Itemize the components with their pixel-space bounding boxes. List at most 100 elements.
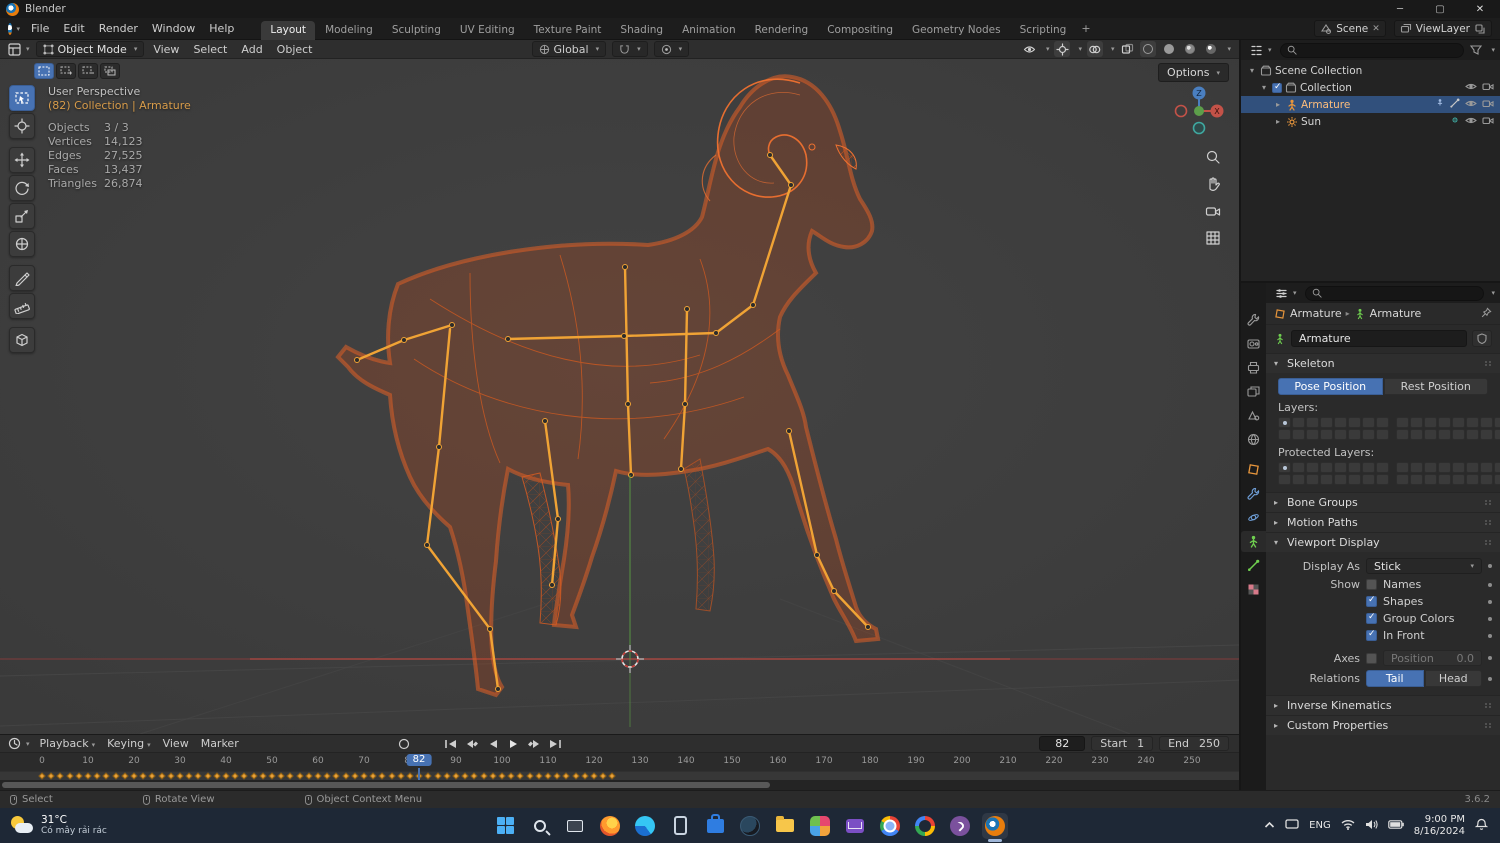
- play-button[interactable]: [505, 736, 523, 751]
- armature-eye-icon[interactable]: [1465, 98, 1477, 111]
- timeline-menu-playback[interactable]: Playback ▾: [34, 735, 102, 752]
- workspace-tab[interactable]: Shading: [611, 21, 672, 40]
- proportional-editing-dropdown[interactable]: ▾: [653, 41, 690, 57]
- axes-checkbox[interactable]: [1366, 652, 1377, 664]
- tray-cast-icon[interactable]: [1285, 818, 1299, 833]
- in-front-checkbox[interactable]: [1366, 629, 1377, 641]
- tool-select-box[interactable]: [9, 85, 35, 111]
- fake-user-shield-button[interactable]: [1472, 330, 1492, 347]
- camera-view-icon[interactable]: [1205, 203, 1221, 222]
- shapes-checkbox[interactable]: [1366, 595, 1377, 607]
- sun-eye-icon[interactable]: [1465, 115, 1477, 128]
- protected-layers[interactable]: [1276, 462, 1500, 485]
- task-view-button[interactable]: [562, 813, 588, 839]
- section-skeleton[interactable]: ▾ Skeleton: [1266, 353, 1500, 373]
- timeline-editor-type-button[interactable]: ▾: [4, 737, 34, 750]
- properties-editor-type-button[interactable]: ▾: [1271, 287, 1301, 300]
- section-inverse-kinematics[interactable]: ▸ Inverse Kinematics: [1266, 695, 1500, 715]
- tool-add-cube[interactable]: [9, 327, 35, 353]
- play-reverse-button[interactable]: [484, 736, 502, 751]
- section-bone-groups[interactable]: ▸ Bone Groups: [1266, 492, 1500, 512]
- transform-orientation-dropdown[interactable]: Global ▾: [531, 41, 607, 57]
- outliner-row-scene-collection[interactable]: ▾ Scene Collection: [1241, 62, 1500, 79]
- select-mode-subtract[interactable]: [78, 63, 98, 79]
- keyframe-strip[interactable]: [0, 771, 1239, 781]
- clock-widget[interactable]: 9:00 PM 8/16/2024: [1414, 814, 1465, 838]
- timeline-menu-keying[interactable]: Keying ▾: [101, 735, 156, 752]
- tab-view-layer[interactable]: [1241, 381, 1266, 402]
- relations-head-button[interactable]: Head: [1424, 670, 1482, 687]
- workspace-tab[interactable]: Modeling: [316, 21, 382, 40]
- menu-item[interactable]: Help: [202, 20, 241, 37]
- timeline-menu-marker[interactable]: Marker: [195, 735, 245, 752]
- notification-bell-icon[interactable]: [1474, 818, 1489, 834]
- tab-object[interactable]: [1241, 459, 1266, 480]
- taskbar-icon-viber[interactable]: [947, 813, 973, 839]
- rest-position-button[interactable]: Rest Position: [1383, 378, 1488, 395]
- workspace-tab[interactable]: Animation: [673, 21, 745, 40]
- taskbar-icon-photos[interactable]: [807, 813, 833, 839]
- ortho-grid-icon[interactable]: [1205, 230, 1221, 249]
- collection-camera-icon[interactable]: [1482, 81, 1494, 94]
- tool-rotate[interactable]: [9, 175, 35, 201]
- section-motion-paths[interactable]: ▸ Motion Paths: [1266, 512, 1500, 532]
- taskbar-icon-store[interactable]: [702, 813, 728, 839]
- taskbar-icon-steam[interactable]: [737, 813, 763, 839]
- frame-end-field[interactable]: End 250: [1159, 736, 1229, 752]
- taskbar-icon-phone-link[interactable]: [667, 813, 693, 839]
- shading-material-button[interactable]: [1182, 41, 1198, 57]
- axes-position-slider[interactable]: Position 0.0: [1383, 650, 1482, 666]
- next-keyframe-button[interactable]: [526, 736, 544, 751]
- relations-tail-button[interactable]: Tail: [1366, 670, 1424, 687]
- viewport-menu-item[interactable]: View: [146, 41, 186, 58]
- tray-chevron-icon[interactable]: [1264, 819, 1275, 832]
- section-custom-properties[interactable]: ▸ Custom Properties: [1266, 715, 1500, 735]
- group-colors-checkbox[interactable]: [1366, 612, 1377, 624]
- shading-wireframe-button[interactable]: [1140, 41, 1157, 57]
- show-object-types-dropdown[interactable]: [1022, 41, 1038, 57]
- tool-measure[interactable]: [9, 293, 35, 319]
- tab-output[interactable]: [1241, 357, 1266, 378]
- start-button[interactable]: [492, 813, 518, 839]
- timeline-menu-view[interactable]: View: [157, 735, 195, 752]
- outliner-search-input[interactable]: [1279, 42, 1465, 58]
- wifi-icon[interactable]: [1341, 819, 1355, 833]
- taskbar-icon-blender[interactable]: [982, 812, 1008, 839]
- workspace-tab[interactable]: Sculpting: [383, 21, 450, 40]
- armature-layers[interactable]: [1276, 417, 1500, 440]
- mode-dropdown[interactable]: Object Mode ▾: [35, 41, 145, 57]
- volume-icon[interactable]: [1365, 819, 1378, 833]
- scene-selector[interactable]: Scene ✕: [1314, 20, 1386, 37]
- taskbar-icon-file-explorer[interactable]: [772, 813, 798, 839]
- auto-keying-toggle[interactable]: [395, 736, 413, 751]
- current-frame-field[interactable]: 82: [1039, 736, 1086, 752]
- outliner-row-collection[interactable]: ▾ Collection: [1241, 79, 1500, 96]
- outliner-row-armature[interactable]: ▸ Armature: [1241, 96, 1500, 113]
- frame-start-field[interactable]: Start 1: [1091, 736, 1154, 752]
- menu-item[interactable]: File: [24, 20, 56, 37]
- sun-camera-icon[interactable]: [1482, 115, 1494, 128]
- taskbar-icon-edge[interactable]: [632, 813, 658, 839]
- tool-cursor[interactable]: [9, 113, 35, 139]
- pin-icon[interactable]: [1481, 306, 1492, 321]
- weather-widget[interactable]: 31°C Có mây rải rác: [0, 814, 107, 837]
- add-workspace-button[interactable]: +: [1075, 19, 1096, 38]
- previous-keyframe-button[interactable]: [463, 736, 481, 751]
- outliner-editor-type-button[interactable]: ▾: [1246, 44, 1276, 57]
- taskbar-search-button[interactable]: [527, 813, 553, 839]
- workspace-tab[interactable]: Rendering: [746, 21, 818, 40]
- viewport-menu-item[interactable]: Object: [270, 41, 320, 58]
- collection-eye-icon[interactable]: [1465, 81, 1477, 94]
- overlays-toggle[interactable]: [1086, 41, 1103, 57]
- playhead[interactable]: [418, 768, 420, 781]
- jump-to-start-button[interactable]: [442, 736, 460, 751]
- close-button[interactable]: ✕: [1460, 0, 1500, 18]
- workspace-tab[interactable]: Scripting: [1011, 21, 1076, 40]
- breadcrumb-object[interactable]: Armature: [1290, 307, 1342, 320]
- taskbar-icon-firefox[interactable]: [597, 813, 623, 839]
- tab-scene[interactable]: [1241, 405, 1266, 426]
- workspace-tab[interactable]: Geometry Nodes: [903, 21, 1010, 40]
- outliner-row-sun[interactable]: ▸ Sun: [1241, 113, 1500, 130]
- armature-camera-icon[interactable]: [1482, 98, 1494, 111]
- workspace-tab[interactable]: Layout: [261, 20, 316, 40]
